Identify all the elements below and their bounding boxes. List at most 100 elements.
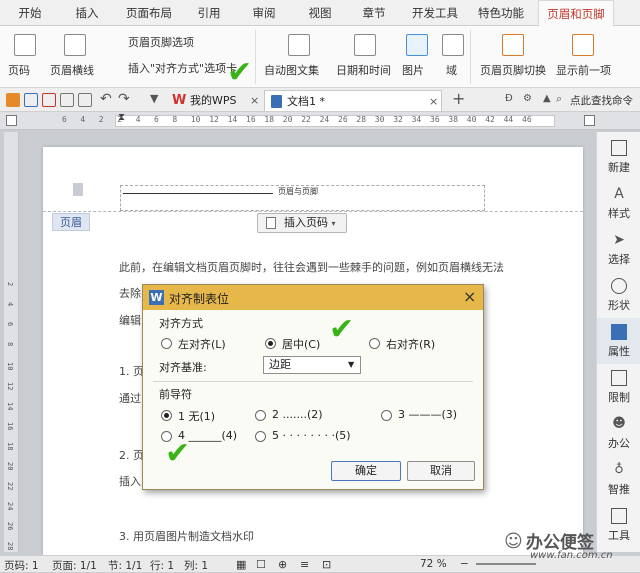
new-doc-icon [611, 140, 627, 156]
view-mode-icon[interactable]: ▦ [236, 558, 246, 571]
zoom-level[interactable]: 72 % [420, 558, 447, 570]
body-line[interactable]: 3. 用页眉图片制造文档水印 [119, 528, 254, 544]
dialog-titlebar[interactable]: W 对齐制表位 × [143, 285, 483, 310]
outline-icon[interactable]: ≡ [300, 558, 309, 571]
tab-developer[interactable]: 开发工具 [404, 0, 466, 26]
ok-button[interactable]: 确定 [331, 461, 401, 481]
sidebar-item-properties[interactable]: 属性 [597, 318, 640, 364]
sidebar-item-new[interactable]: 新建 [597, 134, 640, 180]
page-number-button[interactable]: 页码 [8, 62, 30, 78]
body-line[interactable]: 去除 [119, 285, 141, 301]
field-button[interactable]: 域 [446, 62, 457, 78]
leader-5-radio[interactable] [255, 431, 266, 442]
search-icon[interactable]: ⌕ [556, 92, 562, 106]
new-tab-icon[interactable]: + [452, 89, 465, 108]
tab-page-layout[interactable]: 页面布局 [118, 0, 180, 26]
tab-view[interactable]: 视图 [296, 0, 344, 26]
insert-page-number-button[interactable]: 插入页码 ▾ [257, 213, 347, 233]
insert-align-tab-button[interactable]: 插入"对齐方式"选项卡 [112, 60, 237, 76]
date-time-button[interactable]: 日期和时间 [336, 62, 391, 78]
auto-text-button[interactable]: 自动图文集 [264, 62, 319, 78]
quick-access-bar: ↶ ↷ ▼ W 我的WPS × 文档1 * × + Ð ⚙ ▲ ⌕ 点此查找命令 [0, 88, 640, 112]
body-line[interactable]: 2. 页 [119, 447, 144, 463]
basis-select[interactable]: 边距 ▼ [263, 356, 361, 374]
undo-icon[interactable]: ↶ [100, 91, 112, 107]
leader-2-label[interactable]: 2 .......(2) [272, 408, 323, 421]
print-icon[interactable] [60, 93, 74, 107]
tab-chapter[interactable]: 章节 [350, 0, 398, 26]
preview-icon[interactable] [78, 93, 92, 107]
leader-5-label[interactable]: 5 · · · · · · · ·(5) [272, 429, 351, 442]
sidebar-item-restrict[interactable]: 限制 [597, 364, 640, 410]
leader-1-radio[interactable] [161, 410, 172, 421]
cancel-button[interactable]: 取消 [407, 461, 475, 481]
sidebar-item-smart[interactable]: ♁ 智推 [597, 456, 640, 502]
open-folder-icon[interactable] [6, 93, 20, 107]
page-icon [266, 217, 276, 229]
horizontal-ruler[interactable]: 6 4 2 2 4 6 8 10 12 14 16 18 20 22 24 26 28 30 32 34 36 38 40 4… [0, 112, 640, 130]
pdf-icon[interactable] [42, 93, 56, 107]
checkmark-icon: ✔ [165, 436, 191, 471]
tab-insert[interactable]: 插入 [62, 0, 112, 26]
web-layout-icon[interactable]: ⊕ [278, 558, 287, 571]
close-icon[interactable]: × [463, 287, 476, 306]
body-line[interactable]: 通过 [119, 390, 141, 406]
sidebar-item-style[interactable]: A 样式 [597, 180, 640, 226]
fullscreen-icon[interactable]: ⊡ [322, 558, 331, 571]
toolbar-gear-icon[interactable]: ⚙ [523, 93, 532, 104]
leader-2-radio[interactable] [255, 410, 266, 421]
save-icon[interactable] [24, 93, 38, 107]
tab-home[interactable]: 开始 [6, 0, 54, 26]
leader-1-label[interactable]: 1 无(1) [178, 408, 215, 424]
right-align-radio[interactable] [369, 338, 380, 349]
sidebar-item-select[interactable]: ➤ 选择 [597, 226, 640, 272]
toolbar-chevron-icon[interactable]: ▲ [543, 93, 551, 104]
close-icon[interactable]: × [250, 90, 259, 111]
body-line[interactable]: 编辑 [119, 312, 141, 328]
vertical-ruler[interactable]: 2 4 6 8 10 12 14 16 18 20 22 24 26 28 [4, 132, 19, 552]
tab-review[interactable]: 审阅 [240, 0, 288, 26]
tab-document[interactable]: 文档1 * × [264, 90, 442, 111]
show-prev-button[interactable]: 显示前一项 [556, 62, 611, 78]
tab-references[interactable]: 引用 [186, 0, 232, 26]
tab-special[interactable]: 特色功能 [470, 0, 532, 26]
indent-marker-icon[interactable]: ⧗ [118, 112, 125, 123]
tab-header-footer[interactable]: 页眉和页脚 [538, 0, 614, 26]
header-line-button[interactable]: 页眉横线 [50, 62, 94, 78]
chevron-down-icon[interactable]: ▼ [150, 92, 158, 105]
picture-button[interactable]: 图片 [402, 62, 424, 78]
header-footer-switch-icon [502, 34, 524, 56]
shape-icon [611, 278, 627, 294]
tab-stop-selector[interactable] [6, 115, 17, 126]
close-icon[interactable]: × [429, 91, 438, 112]
ruler-number: 30 [374, 115, 385, 124]
read-mode-icon[interactable]: ☐ [256, 558, 266, 571]
redo-icon[interactable]: ↷ [118, 91, 130, 107]
sidebar-item-office[interactable]: ☻ 办公 [597, 410, 640, 456]
ruler-toggle-icon[interactable] [584, 115, 595, 126]
center-align-label[interactable]: 居中(C) [282, 336, 320, 352]
vruler-number: 6 [6, 322, 14, 327]
tab-my-wps[interactable]: W 我的WPS × [168, 90, 264, 111]
body-line[interactable]: 插入 [119, 473, 141, 489]
leader-3-radio[interactable] [381, 410, 392, 421]
dialog-divider [153, 381, 473, 382]
body-line[interactable]: 1. 页 [119, 363, 144, 379]
toolbar-d-icon[interactable]: Ð [505, 93, 513, 104]
ruler-number: 40 [466, 115, 477, 124]
right-align-label[interactable]: 右对齐(R) [386, 336, 435, 352]
left-align-radio[interactable] [161, 338, 172, 349]
paragraph-icon[interactable] [73, 183, 83, 196]
zoom-out-button[interactable]: − [460, 558, 469, 570]
header-footer-options-button[interactable]: 页眉页脚选项 [112, 34, 194, 50]
leader-3-label[interactable]: 3 ———(3) [398, 408, 457, 421]
ruler-number: 44 [503, 115, 514, 124]
header-footer-switch-button[interactable]: 页眉页脚切换 [480, 62, 546, 78]
left-align-label[interactable]: 左对齐(L) [178, 336, 226, 352]
wps-logo-icon: W [172, 93, 187, 108]
vruler-number: 2 [6, 282, 14, 287]
body-paragraph[interactable]: 此前，在编辑文档页眉页脚时，往往会遇到一些棘手的问题，例如页眉横线无法 [119, 259, 504, 275]
center-align-radio[interactable] [265, 338, 276, 349]
sidebar-item-shape[interactable]: 形状 [597, 272, 640, 318]
search-command-input[interactable]: 点此查找命令 [570, 93, 633, 108]
